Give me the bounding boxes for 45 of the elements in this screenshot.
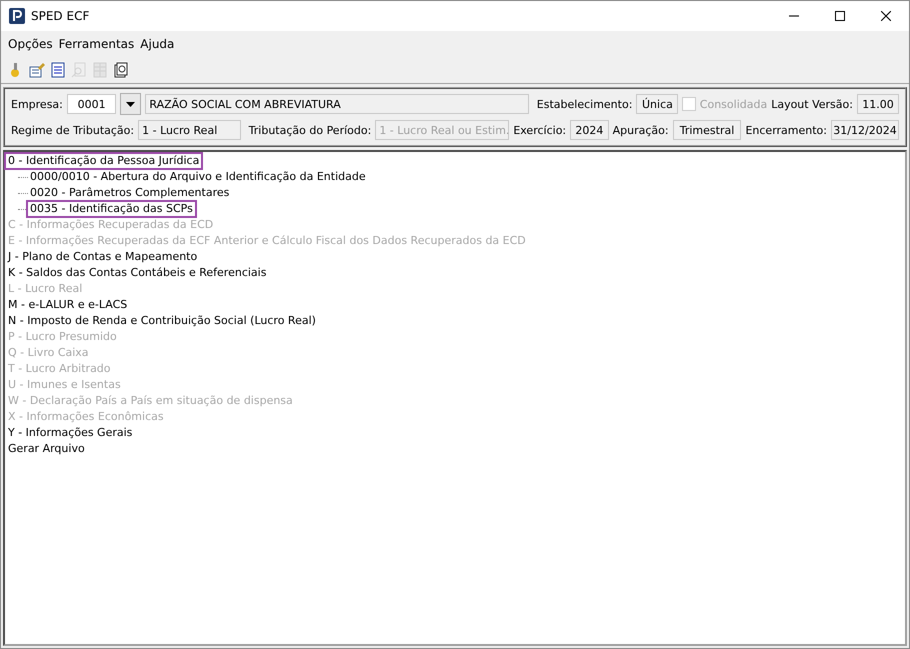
tree-item[interactable]: 0 - Identificação da Pessoa Jurídica xyxy=(6,154,202,168)
field-label: Layout Versão: xyxy=(771,98,853,110)
field-label: Empresa: xyxy=(11,98,63,110)
company-code-field[interactable]: 0001 xyxy=(66,94,116,114)
assessment-field: Trimestral xyxy=(672,120,742,140)
toolbar-button[interactable] xyxy=(49,60,67,80)
maximize-icon xyxy=(835,11,845,21)
field-label: Exercício: xyxy=(513,124,566,136)
search-icon xyxy=(71,62,87,78)
tree-item[interactable]: 0020 - Parâmetros Complementares xyxy=(28,186,232,200)
tree-item[interactable]: N - Imposto de Renda e Contribuição Social (Lucro Real) xyxy=(6,314,318,328)
grid-icon xyxy=(93,62,107,78)
field-label: Encerramento: xyxy=(745,124,827,136)
tree-item[interactable]: Gerar Arquivo xyxy=(6,442,87,456)
menu-item[interactable]: Ferramentas xyxy=(56,37,138,51)
dropdown-button[interactable] xyxy=(120,93,142,115)
tree-item[interactable]: K - Saldos das Contas Contábeis e Referenciais xyxy=(6,266,268,280)
establishment-field: Única xyxy=(636,94,678,114)
closing-date-field: 31/12/2024 xyxy=(831,120,899,140)
tree-item[interactable]: 0035 - Identificação das SCPs xyxy=(28,202,195,216)
tree-item[interactable]: Y - Informações Gerais xyxy=(6,426,134,440)
field-label: Estabelecimento: xyxy=(536,98,632,110)
tax-regime-field: 1 - Lucro Real xyxy=(138,120,241,140)
document-icon xyxy=(51,62,65,78)
field-label: Tributação do Período: xyxy=(248,124,372,136)
window-title: SPED ECF xyxy=(31,9,90,23)
edit-icon xyxy=(29,62,45,78)
consolidated-checkbox[interactable] xyxy=(682,97,696,111)
layout-version-field: 11.00 xyxy=(856,94,900,114)
field-label: Regime de Tributação: xyxy=(11,124,134,136)
toolbar-button[interactable] xyxy=(112,60,130,80)
fiscal-year-field: 2024 xyxy=(570,120,609,140)
toolbar-button[interactable] xyxy=(28,60,46,80)
company-name-field: RAZÃO SOCIAL COM ABREVIATURA xyxy=(145,94,529,114)
app-logo-icon xyxy=(9,8,25,24)
menu-item[interactable]: Ajuda xyxy=(137,37,178,51)
tree-item[interactable]: 0000/0010 - Abertura do Arquivo e Identificação da Entidade xyxy=(28,170,368,184)
field-label: Apuração: xyxy=(612,124,669,136)
menu-item[interactable]: Opções xyxy=(5,37,56,51)
caret-icon xyxy=(126,102,136,106)
copy-icon xyxy=(114,62,128,78)
close-icon xyxy=(881,11,891,21)
checkbox-label: Consolidada xyxy=(700,98,768,110)
tree-item[interactable]: M - e-LALUR e e-LACS xyxy=(6,298,130,312)
tree-item[interactable]: J - Plano de Contas e Mapeamento xyxy=(6,250,200,264)
